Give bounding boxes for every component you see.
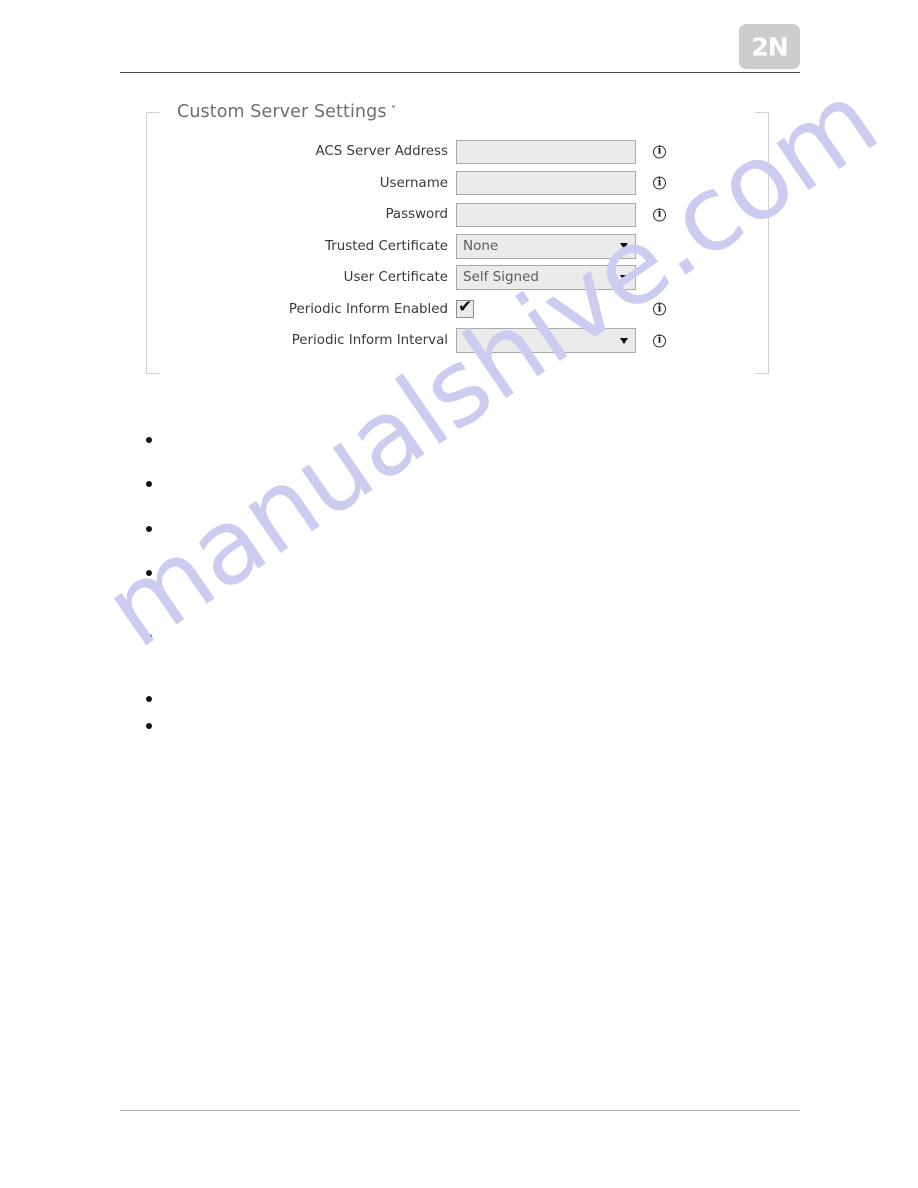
chevron-down-icon[interactable] bbox=[620, 243, 628, 250]
brand-logo-2n: 2N bbox=[739, 24, 800, 69]
field-control bbox=[456, 328, 666, 354]
settings-form: ACS Server Address Username Password bbox=[146, 136, 769, 357]
field-label: Periodic Inform Interval bbox=[291, 333, 448, 349]
info-icon[interactable] bbox=[653, 145, 666, 159]
info-icon[interactable] bbox=[653, 302, 666, 316]
field-control bbox=[456, 202, 666, 227]
list-item bbox=[146, 526, 152, 532]
password-input[interactable] bbox=[456, 202, 636, 227]
document-page: manualshive.com 2N Custom Server Setting… bbox=[0, 0, 918, 1188]
field-control: ✔ bbox=[456, 297, 666, 319]
form-row-periodic-inform-interval: Periodic Inform Interval bbox=[146, 325, 769, 357]
info-icon[interactable] bbox=[653, 208, 666, 222]
field-label: Username bbox=[379, 175, 448, 191]
form-row-periodic-inform-enabled: Periodic Inform Enabled ✔ bbox=[146, 294, 769, 326]
field-label: Password bbox=[385, 207, 448, 223]
panel-title[interactable]: Custom Server Settings ˅ bbox=[173, 102, 403, 122]
field-label: User Certificate bbox=[343, 270, 448, 286]
periodic-inform-interval-select[interactable] bbox=[456, 328, 636, 354]
list-item bbox=[146, 696, 152, 702]
list-item bbox=[146, 634, 152, 640]
list-item bbox=[146, 437, 152, 443]
chevron-down-icon[interactable] bbox=[620, 337, 628, 344]
select-value: None bbox=[463, 239, 499, 253]
custom-server-settings-panel: Custom Server Settings ˅ ACS Server Addre… bbox=[146, 102, 769, 374]
form-row-username: Username bbox=[146, 168, 769, 200]
trusted-certificate-select[interactable]: None bbox=[456, 233, 636, 259]
info-icon[interactable] bbox=[653, 176, 666, 190]
chevron-down-icon[interactable] bbox=[620, 274, 628, 281]
field-label: Trusted Certificate bbox=[325, 238, 448, 254]
field-control bbox=[456, 171, 666, 196]
info-icon[interactable] bbox=[653, 334, 666, 348]
panel-title-label: Custom Server Settings bbox=[177, 102, 387, 122]
footer-rule bbox=[120, 1110, 800, 1111]
user-certificate-select[interactable]: Self Signed bbox=[456, 265, 636, 291]
field-control: Self Signed bbox=[456, 265, 636, 291]
form-row-acs-server-address: ACS Server Address bbox=[146, 136, 769, 168]
list-item bbox=[146, 570, 152, 576]
header-rule bbox=[120, 72, 800, 73]
field-label: ACS Server Address bbox=[315, 144, 448, 160]
form-row-trusted-certificate: Trusted Certificate None bbox=[146, 231, 769, 263]
brand-logo-label: 2N bbox=[751, 32, 788, 61]
list-item bbox=[146, 723, 152, 729]
periodic-inform-enabled-checkbox[interactable]: ✔ bbox=[456, 297, 474, 319]
field-control bbox=[456, 139, 666, 164]
form-row-password: Password bbox=[146, 199, 769, 231]
field-label: Periodic Inform Enabled bbox=[288, 301, 448, 317]
select-value: Self Signed bbox=[463, 271, 539, 285]
chevron-down-icon[interactable]: ˅ bbox=[391, 104, 397, 118]
form-row-user-certificate: User Certificate Self Signed bbox=[146, 262, 769, 294]
field-control: None bbox=[456, 233, 636, 259]
acs-server-address-input[interactable] bbox=[456, 139, 636, 164]
username-input[interactable] bbox=[456, 171, 636, 196]
list-item bbox=[146, 481, 152, 487]
check-icon: ✔ bbox=[458, 297, 473, 318]
